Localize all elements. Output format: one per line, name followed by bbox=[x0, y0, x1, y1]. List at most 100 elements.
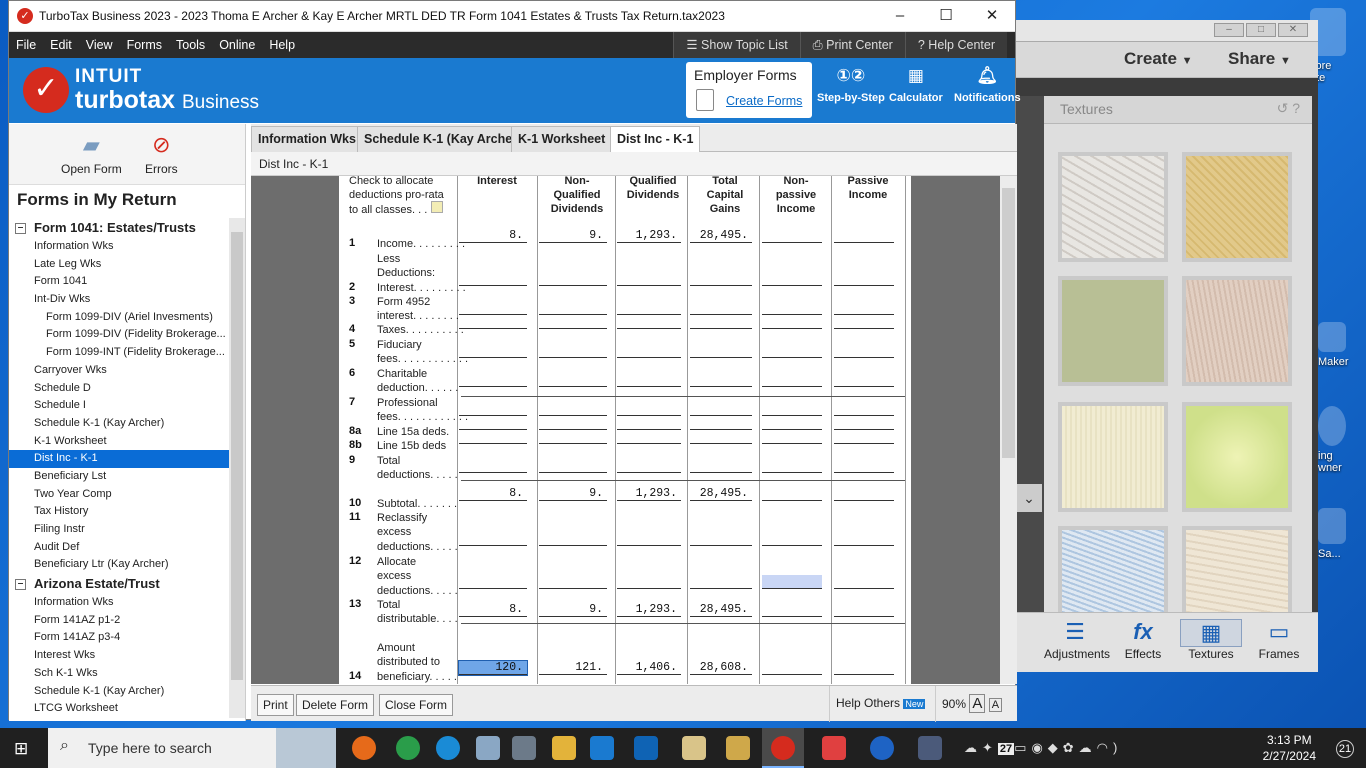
sidebar-item[interactable]: K-1 Worksheet bbox=[9, 433, 229, 451]
form-input-cell[interactable]: 121. bbox=[539, 661, 607, 675]
form-input-cell[interactable]: 28,608. bbox=[690, 661, 752, 675]
form-input-cell[interactable] bbox=[617, 532, 681, 546]
maximize-icon[interactable]: ☐ bbox=[923, 1, 969, 31]
form-input-cell[interactable] bbox=[690, 459, 752, 473]
active-input-cell[interactable]: 120. bbox=[458, 660, 528, 676]
form-input-cell[interactable]: 8. bbox=[459, 487, 527, 501]
texture-tile[interactable] bbox=[1182, 402, 1292, 512]
tab-dist-inc-k1[interactable]: Dist Inc - K-1 bbox=[610, 126, 701, 152]
print-center-button[interactable]: ⎙ Print Center bbox=[799, 32, 905, 58]
sidebar-item[interactable]: Information Wks bbox=[9, 238, 229, 256]
menu-forms[interactable]: Forms bbox=[120, 38, 169, 52]
form-input-cell[interactable] bbox=[762, 272, 822, 286]
zoom-in-button[interactable]: A bbox=[969, 694, 986, 713]
form-input-cell[interactable] bbox=[834, 272, 894, 286]
firefox-icon[interactable] bbox=[352, 736, 376, 760]
pdf-icon[interactable] bbox=[822, 736, 846, 760]
clock[interactable]: 3:13 PM 2/27/2024 bbox=[1263, 732, 1316, 764]
form-input-cell[interactable] bbox=[834, 661, 894, 675]
menu-help[interactable]: Help bbox=[262, 38, 302, 52]
form-input-cell[interactable]: 1,293. bbox=[617, 229, 681, 243]
form-input-cell[interactable] bbox=[834, 373, 894, 387]
form-input-cell[interactable] bbox=[539, 402, 607, 416]
texture-tile[interactable] bbox=[1058, 276, 1168, 386]
notifications-button[interactable]: 🔔︎ Notifications bbox=[954, 66, 1021, 104]
form-input-cell[interactable] bbox=[834, 229, 894, 243]
sidebar-item[interactable]: Interest Wks bbox=[9, 647, 229, 665]
outlook-icon[interactable] bbox=[634, 736, 658, 760]
form-input-cell[interactable] bbox=[762, 603, 822, 617]
form-input-cell[interactable] bbox=[690, 532, 752, 546]
sidebar-item[interactable]: Sch K-1 Wks bbox=[9, 665, 229, 683]
form-input-cell[interactable] bbox=[834, 430, 894, 444]
turbotax-taskbar-button[interactable] bbox=[762, 728, 804, 768]
form-input-cell[interactable] bbox=[762, 430, 822, 444]
form-input-cell[interactable] bbox=[459, 532, 527, 546]
notification-center-icon[interactable]: 21 bbox=[1336, 740, 1354, 758]
form-input-cell[interactable] bbox=[617, 373, 681, 387]
chrome-icon[interactable] bbox=[396, 736, 420, 760]
form-input-cell[interactable] bbox=[617, 344, 681, 358]
form-input-cell[interactable] bbox=[834, 603, 894, 617]
form-input-cell[interactable] bbox=[762, 344, 822, 358]
form-input-cell[interactable] bbox=[834, 459, 894, 473]
menu-edit[interactable]: Edit bbox=[43, 38, 79, 52]
form-input-cell[interactable] bbox=[762, 575, 822, 589]
form-input-cell[interactable] bbox=[617, 272, 681, 286]
form-input-cell[interactable] bbox=[539, 373, 607, 387]
form-input-cell[interactable]: 9. bbox=[539, 603, 607, 617]
form-input-cell[interactable] bbox=[539, 532, 607, 546]
tab-schedule-k1[interactable]: Schedule K-1 (Kay Archer) bbox=[357, 126, 529, 152]
form-input-cell[interactable]: 1,293. bbox=[617, 487, 681, 501]
texture-tile[interactable] bbox=[1182, 276, 1292, 386]
open-form-button[interactable]: ▰ Open Form bbox=[61, 132, 122, 176]
sidebar-item[interactable]: Form 1041 bbox=[9, 273, 229, 291]
windows-start-icon[interactable]: ⊞ bbox=[14, 739, 28, 759]
collapse-icon[interactable]: – bbox=[15, 223, 26, 234]
sidebar-item[interactable]: Tax History bbox=[9, 503, 229, 521]
background-app-window[interactable]: – □ ✕ Create ▼ Share ▼ ⌄ Textures ↺ ? ☰ Adju… bbox=[1016, 20, 1318, 672]
delete-form-button[interactable]: Delete Form bbox=[296, 694, 375, 716]
form-input-cell[interactable] bbox=[690, 272, 752, 286]
sidebar-item[interactable]: Schedule I bbox=[9, 397, 229, 415]
sidebar-item[interactable]: Schedule D bbox=[9, 380, 229, 398]
form-input-cell[interactable] bbox=[834, 344, 894, 358]
sidebar-item[interactable]: Filing Instr bbox=[9, 521, 229, 539]
form-input-cell[interactable]: 9. bbox=[539, 229, 607, 243]
form-input-cell[interactable] bbox=[539, 315, 607, 329]
form-input-cell[interactable]: 9. bbox=[539, 487, 607, 501]
effects-tool[interactable]: fx Effects bbox=[1112, 613, 1174, 672]
form-input-cell[interactable] bbox=[762, 416, 822, 430]
desktop-icon[interactable]: Maker bbox=[1318, 322, 1366, 368]
sidebar-item[interactable]: Audit Def bbox=[9, 539, 229, 557]
show-topic-list-button[interactable]: ☰ Show Topic List bbox=[673, 32, 800, 58]
tab-k1-worksheet[interactable]: K-1 Worksheet bbox=[511, 126, 613, 152]
form-input-cell[interactable] bbox=[762, 459, 822, 473]
store-icon[interactable] bbox=[590, 736, 614, 760]
form-input-cell[interactable] bbox=[459, 416, 527, 430]
form-input-cell[interactable] bbox=[690, 402, 752, 416]
form-input-cell[interactable]: 28,495. bbox=[690, 487, 752, 501]
menu-file[interactable]: File bbox=[9, 38, 43, 52]
form-input-cell[interactable] bbox=[762, 229, 822, 243]
sidebar-item[interactable]: Dist Inc - K-1 bbox=[9, 450, 229, 468]
form-input-cell[interactable] bbox=[539, 416, 607, 430]
sidebar-item[interactable]: LTCG Worksheet bbox=[9, 700, 229, 718]
collapse-icon[interactable]: – bbox=[15, 579, 26, 591]
form-input-cell[interactable] bbox=[459, 272, 527, 286]
form-input-cell[interactable] bbox=[459, 315, 527, 329]
sidebar-item[interactable]: Late Leg Wks bbox=[9, 256, 229, 274]
form-input-cell[interactable] bbox=[459, 301, 527, 315]
form-input-cell[interactable] bbox=[762, 487, 822, 501]
sidebar-item[interactable]: Beneficiary Ltr (Kay Archer) bbox=[9, 556, 229, 574]
sidebar-item[interactable]: Form 1099-INT (Fidelity Brokerage... bbox=[9, 344, 229, 362]
form-input-cell[interactable] bbox=[617, 575, 681, 589]
sidebar-item[interactable]: Form 141AZ p1-2 bbox=[9, 612, 229, 630]
chevron-down-icon[interactable]: ⌄ bbox=[1016, 484, 1042, 512]
create-menu[interactable]: Create ▼ bbox=[1124, 49, 1193, 69]
form-input-cell[interactable] bbox=[834, 315, 894, 329]
form-input-cell[interactable] bbox=[459, 344, 527, 358]
texture-tile[interactable] bbox=[1058, 402, 1168, 512]
desktop-icon[interactable]: ing wner bbox=[1318, 406, 1366, 474]
scroll-thumb[interactable] bbox=[231, 232, 243, 680]
